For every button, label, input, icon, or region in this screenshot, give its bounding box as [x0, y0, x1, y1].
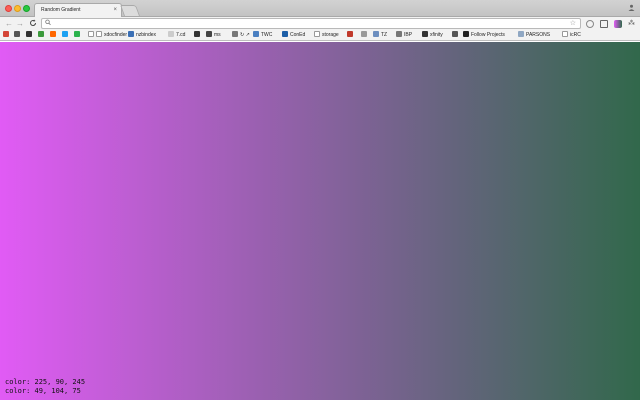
reload-icon[interactable] — [29, 19, 37, 29]
zoom-window-button[interactable] — [23, 5, 30, 12]
bookmark-label: TWC — [261, 32, 273, 38]
color-readout: color: 225, 90, 245 color: 49, 104, 75 — [5, 378, 85, 396]
bookmark-label: PARSONS — [526, 32, 551, 38]
bookmark-github[interactable] — [26, 31, 34, 40]
start-color-readout: color: 225, 90, 245 — [5, 378, 86, 386]
bookmark-label: IBP — [404, 32, 413, 38]
bookmark-star-icon[interactable]: ☆ — [570, 19, 576, 28]
page-icon — [562, 31, 568, 37]
minimize-window-button[interactable] — [14, 5, 21, 12]
bookmark-x[interactable] — [194, 31, 202, 40]
bookmark-label: ↻ ↗ — [240, 32, 250, 38]
new-tab-button[interactable] — [119, 5, 141, 16]
gradient-canvas: color: 225, 90, 245 color: 49, 104, 75 — [0, 42, 640, 400]
page-icon — [88, 31, 94, 37]
bookmark-storage[interactable]: storage — [314, 31, 339, 40]
bookmark-y[interactable] — [50, 31, 58, 40]
bookmark-label: nzbindex — [136, 32, 157, 38]
bookmark-bug[interactable] — [347, 31, 355, 40]
bookmark-label: 7.cd — [176, 32, 186, 38]
bookmark-twc[interactable]: TWC — [253, 31, 272, 40]
feedly-icon — [74, 31, 80, 37]
ms-icon — [206, 31, 212, 37]
bookmark-box[interactable] — [361, 31, 369, 40]
bookmark--[interactable]: ↻ ↗ — [232, 31, 250, 40]
page-icon — [314, 31, 320, 37]
browser-toolbar: ← → ☆ ⁂ — [0, 17, 640, 30]
extension-icon[interactable]: ⁂ — [628, 20, 635, 28]
twitter-icon — [62, 31, 68, 37]
bookmark-follow-projects[interactable]: Follow Projects — [463, 31, 505, 40]
bookmarks-bar: xdocfinder nzbindex 7.cd ms ↻ ↗ TWC ConEd stora… — [0, 30, 640, 41]
github-icon — [26, 31, 32, 37]
cloud-icon — [168, 31, 174, 37]
bookmark-xdocfinder[interactable]: xdocfinder — [96, 31, 127, 40]
bookmark-xfinity[interactable]: xfinity — [422, 31, 443, 40]
nzb-icon — [128, 31, 134, 37]
app-icon — [38, 31, 44, 37]
bookmark-gmail[interactable] — [3, 31, 11, 40]
bookmark-grid[interactable] — [14, 31, 22, 40]
end-color-readout: color: 49, 104, 75 — [5, 387, 81, 395]
chat-icon — [396, 31, 402, 37]
x-icon — [194, 31, 200, 37]
bookmark-label: ms — [214, 32, 221, 38]
follow-icon — [463, 31, 469, 37]
bookmark-parsons[interactable]: PARSONS — [518, 31, 550, 40]
bookmark-twitter[interactable] — [62, 31, 70, 40]
close-tab-icon[interactable]: × — [113, 4, 117, 17]
bookmark-label: Follow Projects — [471, 32, 505, 38]
forward-icon[interactable]: → — [16, 19, 24, 28]
play-icon — [422, 31, 428, 37]
bookmark-coned[interactable]: ConEd — [282, 31, 305, 40]
coned-icon — [282, 31, 288, 37]
bookmark-7-cd[interactable]: 7.cd — [168, 31, 185, 40]
bookmark-icrc[interactable]: icRC — [562, 31, 581, 40]
page-icon — [96, 31, 102, 37]
close-window-button[interactable] — [5, 5, 12, 12]
search-icon — [45, 19, 51, 30]
bookmark-feedly[interactable] — [74, 31, 82, 40]
tab-title: Random Gradient — [41, 7, 81, 13]
cast-icon[interactable] — [600, 20, 608, 28]
address-bar[interactable]: ☆ — [41, 18, 581, 29]
bookmark-ms[interactable]: ms — [206, 31, 221, 40]
box-icon — [361, 31, 367, 37]
bookmark-page[interactable] — [88, 31, 96, 40]
back-icon[interactable]: ← — [5, 19, 13, 28]
bookmark-ibp[interactable]: IBP — [396, 31, 412, 40]
bookmark-app[interactable] — [38, 31, 46, 40]
person-icon[interactable] — [628, 4, 635, 13]
gear-icon — [452, 31, 458, 37]
gradient-extension-icon[interactable] — [614, 20, 622, 28]
bookmark-label: xfinity — [430, 32, 443, 38]
bookmark-label: storage — [322, 32, 339, 38]
calendar-icon — [373, 31, 379, 37]
grid-icon — [14, 31, 20, 37]
arrows-icon — [232, 31, 238, 37]
bookmark-nzbindex[interactable]: nzbindex — [128, 31, 156, 40]
bookmark-tz[interactable]: TZ — [373, 31, 387, 40]
globe-icon — [253, 31, 259, 37]
extension-circle-icon[interactable] — [586, 20, 594, 28]
folder-icon — [518, 31, 524, 37]
tab-random-gradient[interactable]: Random Gradient × — [34, 3, 122, 18]
title-bar: Random Gradient × — [0, 0, 640, 18]
bookmark-gear[interactable] — [452, 31, 460, 40]
bookmark-label: xdocfinder — [104, 32, 128, 38]
bookmark-label: icRC — [570, 32, 581, 38]
gmail-icon — [3, 31, 9, 37]
y-icon — [50, 31, 56, 37]
bookmark-label: ConEd — [290, 32, 306, 38]
bookmark-label: TZ — [381, 32, 388, 38]
bug-icon — [347, 31, 353, 37]
